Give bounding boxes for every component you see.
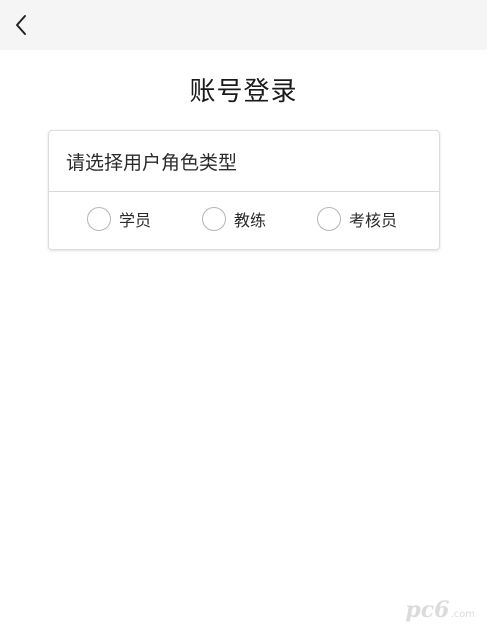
back-button[interactable] [6, 9, 36, 41]
role-label-student: 学员 [119, 211, 152, 230]
role-option-student[interactable]: 学员 [87, 207, 151, 231]
top-navigation-bar [0, 0, 487, 50]
watermark-text: pc6 [405, 597, 450, 623]
watermark-logo: pc6 .com [405, 597, 475, 623]
role-label-coach: 教练 [234, 211, 267, 230]
role-selection-card: 请选择用户角色类型 学员 教练 考核员 [48, 130, 440, 250]
role-label-examiner: 考核员 [349, 211, 398, 230]
chevron-left-icon [16, 15, 26, 35]
radio-coach[interactable] [202, 207, 226, 231]
watermark-suffix: .com [450, 609, 475, 620]
role-prompt: 请选择用户角色类型 [49, 131, 439, 192]
role-option-coach[interactable]: 教练 [202, 207, 266, 231]
radio-examiner[interactable] [317, 207, 341, 231]
role-options: 学员 教练 考核员 [49, 192, 439, 250]
radio-student[interactable] [87, 207, 111, 231]
page-title: 账号登录 [189, 77, 298, 107]
role-option-examiner[interactable]: 考核员 [317, 207, 397, 231]
